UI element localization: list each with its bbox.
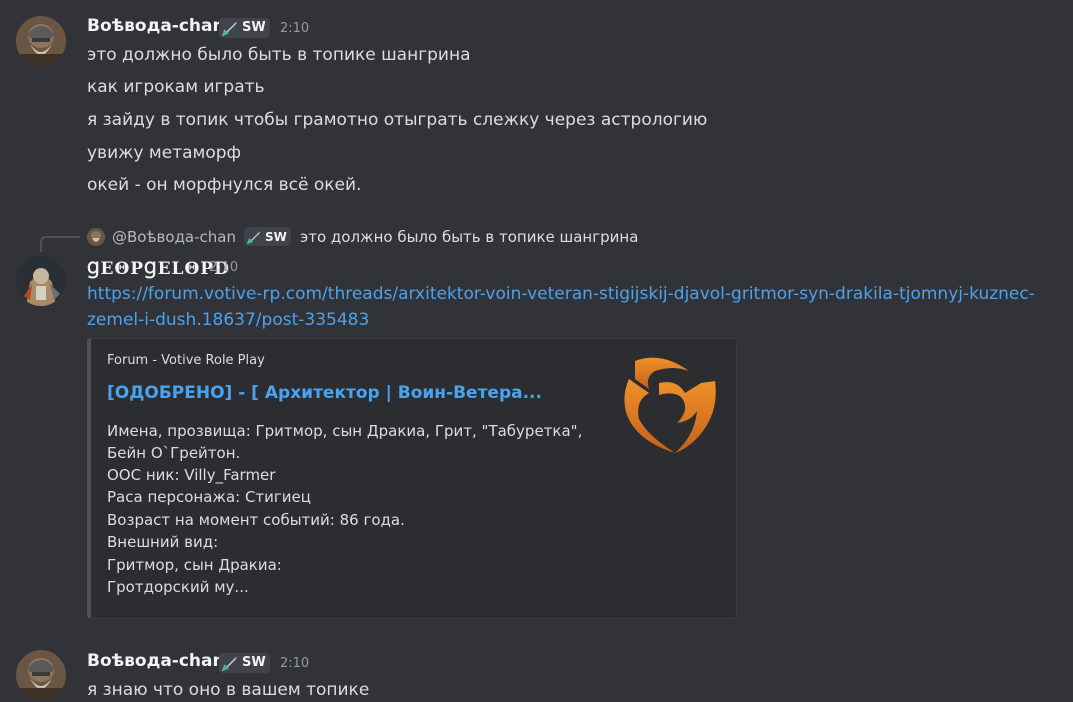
embed-description-line: Имена, прозвища: Гритмор, сын Дракиа, Гр…	[107, 422, 583, 440]
message-text: это должно было быть в топике шангрина	[87, 45, 471, 65]
message-text: увижу метаморф	[87, 143, 242, 163]
server-tag-label: SW	[242, 20, 266, 35]
server-tag[interactable]: SW	[219, 653, 270, 673]
server-tag[interactable]: SW	[219, 18, 270, 38]
embed-description-line: Гритмор, сын Дракиа:	[107, 556, 282, 574]
warrior-avatar-icon	[16, 16, 66, 66]
embed-description-line: ООС ник: Villy_Farmer	[107, 466, 276, 484]
user-avatar[interactable]	[16, 650, 66, 700]
reply-avatar[interactable]	[87, 228, 105, 246]
reply-spine	[40, 236, 80, 252]
message-text: я знаю что оно в вашем топике	[87, 680, 370, 700]
sword-icon	[247, 231, 261, 244]
warrior-avatar-icon	[16, 650, 66, 700]
sword-icon	[222, 22, 237, 36]
knight-avatar-icon	[16, 256, 66, 306]
user-avatar[interactable]	[16, 256, 66, 306]
chat-messages: Воѣвода-chan SW 2:10 это должно было быт…	[0, 0, 1073, 702]
server-tag-label: SW	[265, 229, 287, 244]
author-name[interactable]: Воѣвода-chan	[87, 651, 225, 671]
reply-author[interactable]: @Воѣвода-chan	[112, 228, 236, 246]
timestamp[interactable]: 2:10	[280, 21, 309, 36]
sword-icon	[222, 657, 237, 671]
embed-description-line: Возраст на момент событий: 86 года.	[107, 511, 405, 529]
embed-title[interactable]: [ОДОБРЕНО] - [ Архитектор | Воин-Ветера.…	[107, 383, 542, 403]
link-embed: Forum - Votive Role Play [ОДОБРЕНО] - [ …	[87, 338, 737, 619]
embed-description-line: Бейн О`Грейтон.	[107, 444, 241, 462]
server-tag-label: SW	[242, 655, 266, 670]
message-text: окей - он морфнулся всё окей.	[87, 175, 362, 195]
timestamp[interactable]: 2:10	[280, 656, 309, 671]
message-text: я зайду в топик чтобы грамотно отыграть …	[87, 110, 708, 130]
forum-link[interactable]: https://forum.votive-rp.com/threads/arxi…	[87, 284, 1035, 304]
embed-description-line: Внешний вид:	[107, 533, 219, 551]
timestamp[interactable]: 2:10	[209, 260, 238, 275]
reply-server-tag[interactable]: SW	[244, 227, 291, 246]
author-name[interactable]: Воѣвода-chan	[87, 16, 225, 36]
embed-description-line: Раса персонажа: Стигиец	[107, 488, 311, 506]
message-text: как игрокам играть	[87, 77, 265, 97]
forum-link-continued[interactable]: zemel-i-dush.18637/post-335483	[87, 310, 369, 330]
warrior-avatar-icon	[87, 228, 105, 246]
user-avatar[interactable]	[16, 16, 66, 66]
embed-provider[interactable]: Forum - Votive Role Play	[107, 353, 265, 368]
embed-description-line: Гротдорский му...	[107, 578, 249, 596]
reply-preview-text[interactable]: это должно было быть в топике шангрина	[300, 228, 638, 246]
votive-shield-logo-icon[interactable]	[615, 349, 725, 459]
